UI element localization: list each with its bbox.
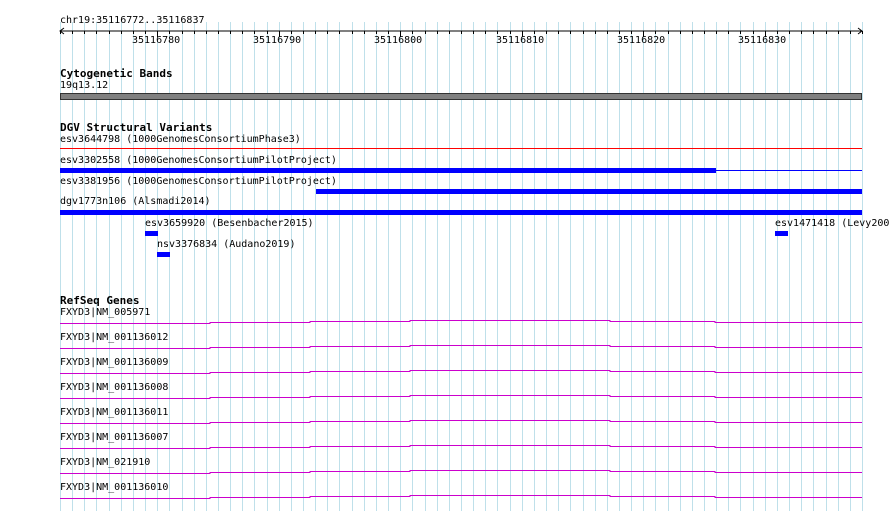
gene-model[interactable] bbox=[0, 492, 890, 502]
tick-label: 35116830 bbox=[738, 35, 787, 46]
tick-label: 35116810 bbox=[496, 35, 545, 46]
variant-label: dgv1773n106 (Alsmadi2014) bbox=[60, 196, 211, 207]
refseq-track-title: RefSeq Genes bbox=[60, 294, 140, 307]
variant-label: esv3644798 (1000GenomesConsortiumPhase3) bbox=[60, 134, 301, 145]
tick-label: 35116790 bbox=[253, 35, 302, 46]
gene-model[interactable] bbox=[0, 442, 890, 452]
cytoband-bar[interactable] bbox=[60, 93, 862, 100]
variant-feature-connector bbox=[716, 170, 862, 171]
gene-model[interactable] bbox=[0, 317, 890, 327]
gene-model[interactable] bbox=[0, 392, 890, 402]
gene-line bbox=[60, 495, 862, 499]
variant-feature[interactable] bbox=[60, 168, 716, 173]
variant-label: esv3659920 (Besenbacher2015) bbox=[145, 218, 314, 229]
dgv-track-title: DGV Structural Variants bbox=[60, 121, 213, 134]
variant-feature[interactable] bbox=[775, 231, 788, 236]
gene-model[interactable] bbox=[0, 367, 890, 377]
gene-model[interactable] bbox=[0, 467, 890, 477]
variant-feature[interactable] bbox=[157, 252, 170, 257]
gene-line bbox=[60, 420, 862, 424]
tick-label: 35116800 bbox=[374, 35, 423, 46]
variant-feature[interactable] bbox=[60, 148, 862, 149]
gene-line bbox=[60, 395, 862, 399]
tick-label: 35116780 bbox=[132, 35, 181, 46]
cytoband-track-title: Cytogenetic Bands bbox=[60, 67, 173, 80]
variant-feature[interactable] bbox=[316, 189, 862, 194]
variant-label: esv3302558 (1000GenomesConsortiumPilotPr… bbox=[60, 155, 337, 166]
variant-label: esv1471418 (Levy2007 bbox=[775, 218, 890, 229]
gene-model[interactable] bbox=[0, 417, 890, 427]
gene-line bbox=[60, 445, 862, 449]
variant-feature[interactable] bbox=[60, 210, 862, 215]
variant-label: esv3381956 (1000GenomesConsortiumPilotPr… bbox=[60, 176, 337, 187]
gene-model[interactable] bbox=[0, 342, 890, 352]
variant-feature[interactable] bbox=[145, 231, 158, 236]
gene-line bbox=[60, 370, 862, 374]
tick-label: 35116820 bbox=[617, 35, 666, 46]
cytoband-label: 19q13.12 bbox=[60, 80, 109, 91]
gene-line bbox=[60, 345, 862, 349]
gene-line bbox=[60, 470, 862, 474]
variant-label: nsv3376834 (Audano2019) bbox=[157, 239, 296, 250]
gene-line bbox=[60, 320, 862, 324]
